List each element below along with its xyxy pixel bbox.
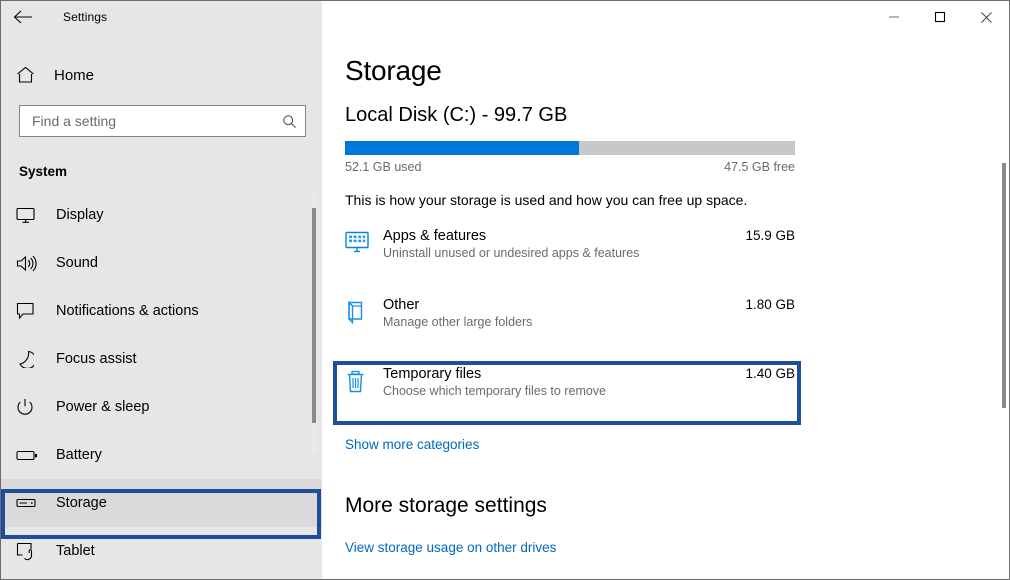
disk-title: Local Disk (C:) - 99.7 GB <box>345 104 1009 127</box>
storage-categories: Apps & features 15.9 GB Uninstall unused… <box>322 223 1009 430</box>
title-bar-left: Settings <box>1 1 322 33</box>
trash-icon <box>345 361 383 430</box>
sidebar-item-notifications-actions[interactable]: Notifications & actions <box>1 287 322 335</box>
window-controls <box>322 1 1009 33</box>
maximize-icon <box>934 11 946 23</box>
category-description: Choose which temporary files to remove <box>383 384 606 398</box>
intro-text: This is how your storage is used and how… <box>345 192 1009 208</box>
category-size: 1.80 GB <box>745 297 795 312</box>
sidebar-item-home[interactable]: Home <box>1 55 322 95</box>
storage-drive-icon <box>16 497 46 509</box>
back-button[interactable] <box>1 1 45 33</box>
more-storage-settings-section: More storage settings View storage usage… <box>345 494 1009 557</box>
category-body: Temporary files 1.40 GB Choose which tem… <box>383 361 795 430</box>
category-row-other[interactable]: Other 1.80 GB Manage other large folders <box>345 292 795 361</box>
sidebar-item-label: Notifications & actions <box>56 303 199 319</box>
category-row-temporary-files[interactable]: Temporary files 1.40 GB Choose which tem… <box>345 361 795 430</box>
main-content: Storage Local Disk (C:) - 99.7 GB 52.1 G… <box>322 33 1009 580</box>
home-icon <box>16 66 46 84</box>
sidebar-item-label: Display <box>56 207 104 223</box>
category-name: Temporary files <box>383 366 481 382</box>
sidebar-item-storage[interactable]: Storage <box>1 479 322 527</box>
sidebar-item-battery[interactable]: Battery <box>1 431 322 479</box>
sidebar-item-label: Tablet <box>56 543 95 559</box>
search-box[interactable] <box>19 105 306 137</box>
back-arrow-icon <box>13 10 33 24</box>
sidebar-group-title: System <box>19 164 322 179</box>
sidebar-item-label: Power & sleep <box>56 399 150 415</box>
settings-window: Settings <box>0 0 1010 580</box>
minimize-icon <box>888 11 900 23</box>
view-storage-other-drives-link[interactable]: View storage usage on other drives <box>345 540 556 555</box>
category-header: Apps & features 15.9 GB <box>383 228 795 244</box>
disk-usage-bar <box>345 141 795 155</box>
sidebar-nav: Display Sound <box>1 191 322 575</box>
sidebar-item-label: Home <box>54 67 94 84</box>
search-input[interactable] <box>20 106 273 136</box>
search-icon[interactable] <box>273 106 305 136</box>
sidebar-item-label: Sound <box>56 255 98 271</box>
category-body: Other 1.80 GB Manage other large folders <box>383 292 795 361</box>
apps-monitor-icon <box>345 223 383 292</box>
close-icon <box>980 11 993 24</box>
title-bar: Settings <box>1 1 1009 33</box>
more-storage-settings-title: More storage settings <box>345 494 1009 518</box>
page-title: Storage <box>345 55 1009 87</box>
monitor-icon <box>16 207 46 224</box>
category-body: Apps & features 15.9 GB Uninstall unused… <box>383 223 795 292</box>
category-description: Manage other large folders <box>383 315 532 329</box>
sidebar-scrollbar-thumb[interactable] <box>312 208 316 423</box>
sidebar-item-display[interactable]: Display <box>1 191 322 239</box>
sidebar-item-power-sleep[interactable]: Power & sleep <box>1 383 322 431</box>
sidebar-item-label: Focus assist <box>56 351 137 367</box>
disk-usage-bar-fill <box>345 141 579 155</box>
sidebar-item-label: Battery <box>56 447 102 463</box>
moon-icon <box>16 350 46 368</box>
category-name: Apps & features <box>383 228 486 244</box>
battery-icon <box>16 449 46 462</box>
disk-usage-legend: 52.1 GB used 47.5 GB free <box>345 160 795 174</box>
speaker-icon <box>16 255 46 272</box>
chat-bubble-icon <box>16 302 46 320</box>
category-header: Other 1.80 GB <box>383 297 795 313</box>
category-size: 1.40 GB <box>745 366 795 381</box>
app-title: Settings <box>63 10 107 24</box>
folder-icon <box>345 292 383 361</box>
sidebar-item-label: Storage <box>56 495 107 511</box>
disk-free-label: 47.5 GB free <box>724 160 795 174</box>
category-row-apps-features[interactable]: Apps & features 15.9 GB Uninstall unused… <box>345 223 795 292</box>
content-scrollbar-thumb[interactable] <box>1002 163 1006 408</box>
close-button[interactable] <box>963 2 1009 33</box>
disk-used-label: 52.1 GB used <box>345 160 421 174</box>
sidebar-item-sound[interactable]: Sound <box>1 239 322 287</box>
tablet-hand-icon <box>16 542 46 561</box>
category-header: Temporary files 1.40 GB <box>383 366 795 382</box>
category-name: Other <box>383 297 419 313</box>
sidebar: Home System Displ <box>1 33 322 580</box>
category-description: Uninstall unused or undesired apps & fea… <box>383 246 639 260</box>
category-size: 15.9 GB <box>745 228 795 243</box>
minimize-button[interactable] <box>871 2 917 33</box>
sidebar-item-focus-assist[interactable]: Focus assist <box>1 335 322 383</box>
power-icon <box>16 398 46 416</box>
maximize-button[interactable] <box>917 2 963 33</box>
sidebar-item-tablet[interactable]: Tablet <box>1 527 322 575</box>
show-more-categories-link[interactable]: Show more categories <box>345 437 479 452</box>
